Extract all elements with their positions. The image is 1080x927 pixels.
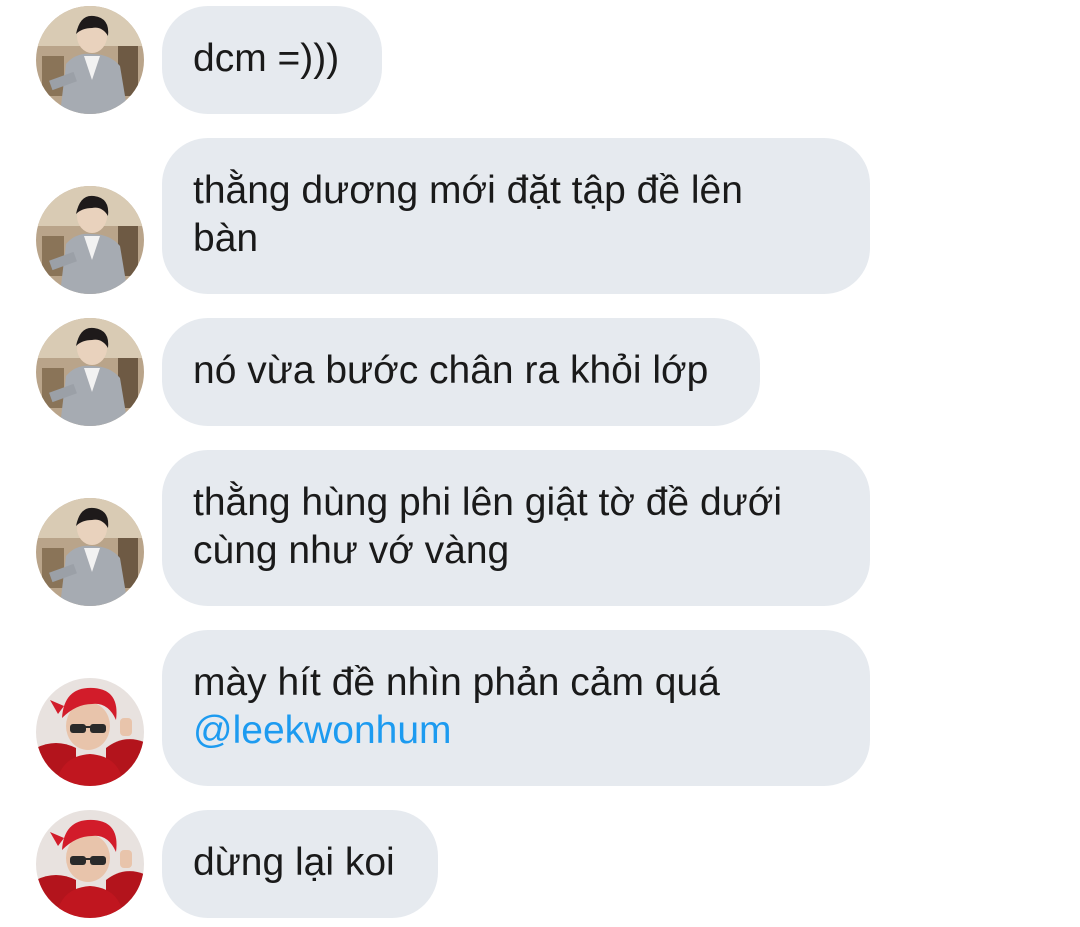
avatar[interactable] xyxy=(36,678,144,786)
avatar-grey-cardigan-icon xyxy=(36,318,144,426)
message-text: thằng dương mới đặt tập đề lên xyxy=(193,169,743,212)
avatar[interactable] xyxy=(36,498,144,606)
message-bubble[interactable]: mày hít đề nhìn phản cảm quá @leekwonhum xyxy=(162,630,870,786)
avatar[interactable] xyxy=(36,186,144,294)
message-text: thằng hùng phi lên giật tờ đề dưới xyxy=(193,481,782,524)
avatar[interactable] xyxy=(36,6,144,114)
message-bubble[interactable]: dcm =))) xyxy=(162,6,382,114)
message-row: thằng hùng phi lên giật tờ đề dưới cùng … xyxy=(0,450,1080,606)
message-text: cùng như vớ vàng xyxy=(193,529,510,572)
message-row: nó vừa bước chân ra khỏi lớp xyxy=(0,318,1080,426)
message-text: dcm =))) xyxy=(193,37,340,80)
message-row: dcm =))) xyxy=(0,6,1080,114)
message-row: thằng dương mới đặt tập đề lên bàn xyxy=(0,138,1080,294)
message-text: mày hít đề nhìn phản cảm quá xyxy=(193,661,720,704)
message-text: dừng lại koi xyxy=(193,841,395,884)
avatar-grey-cardigan-icon xyxy=(36,498,144,606)
message-row: dừng lại koi xyxy=(0,810,1080,918)
user-mention-link[interactable]: @leekwonhum xyxy=(193,707,838,755)
message-bubble[interactable]: thằng hùng phi lên giật tờ đề dưới cùng … xyxy=(162,450,870,606)
avatar-red-hair-sunglasses-icon xyxy=(36,810,144,918)
message-bubble[interactable]: dừng lại koi xyxy=(162,810,438,918)
message-text: bàn xyxy=(193,217,259,260)
avatar[interactable] xyxy=(36,810,144,918)
message-bubble[interactable]: nó vừa bước chân ra khỏi lớp xyxy=(162,318,760,426)
avatar-red-hair-sunglasses-icon xyxy=(36,678,144,786)
avatar[interactable] xyxy=(36,318,144,426)
avatar-grey-cardigan-icon xyxy=(36,6,144,114)
message-text: nó vừa bước chân ra khỏi lớp xyxy=(193,349,709,392)
avatar-grey-cardigan-icon xyxy=(36,186,144,294)
message-row: mày hít đề nhìn phản cảm quá @leekwonhum xyxy=(0,630,1080,786)
message-thread: dcm =))) thằng dương mới đặt tập đề lên … xyxy=(0,0,1080,927)
message-bubble[interactable]: thằng dương mới đặt tập đề lên bàn xyxy=(162,138,870,294)
